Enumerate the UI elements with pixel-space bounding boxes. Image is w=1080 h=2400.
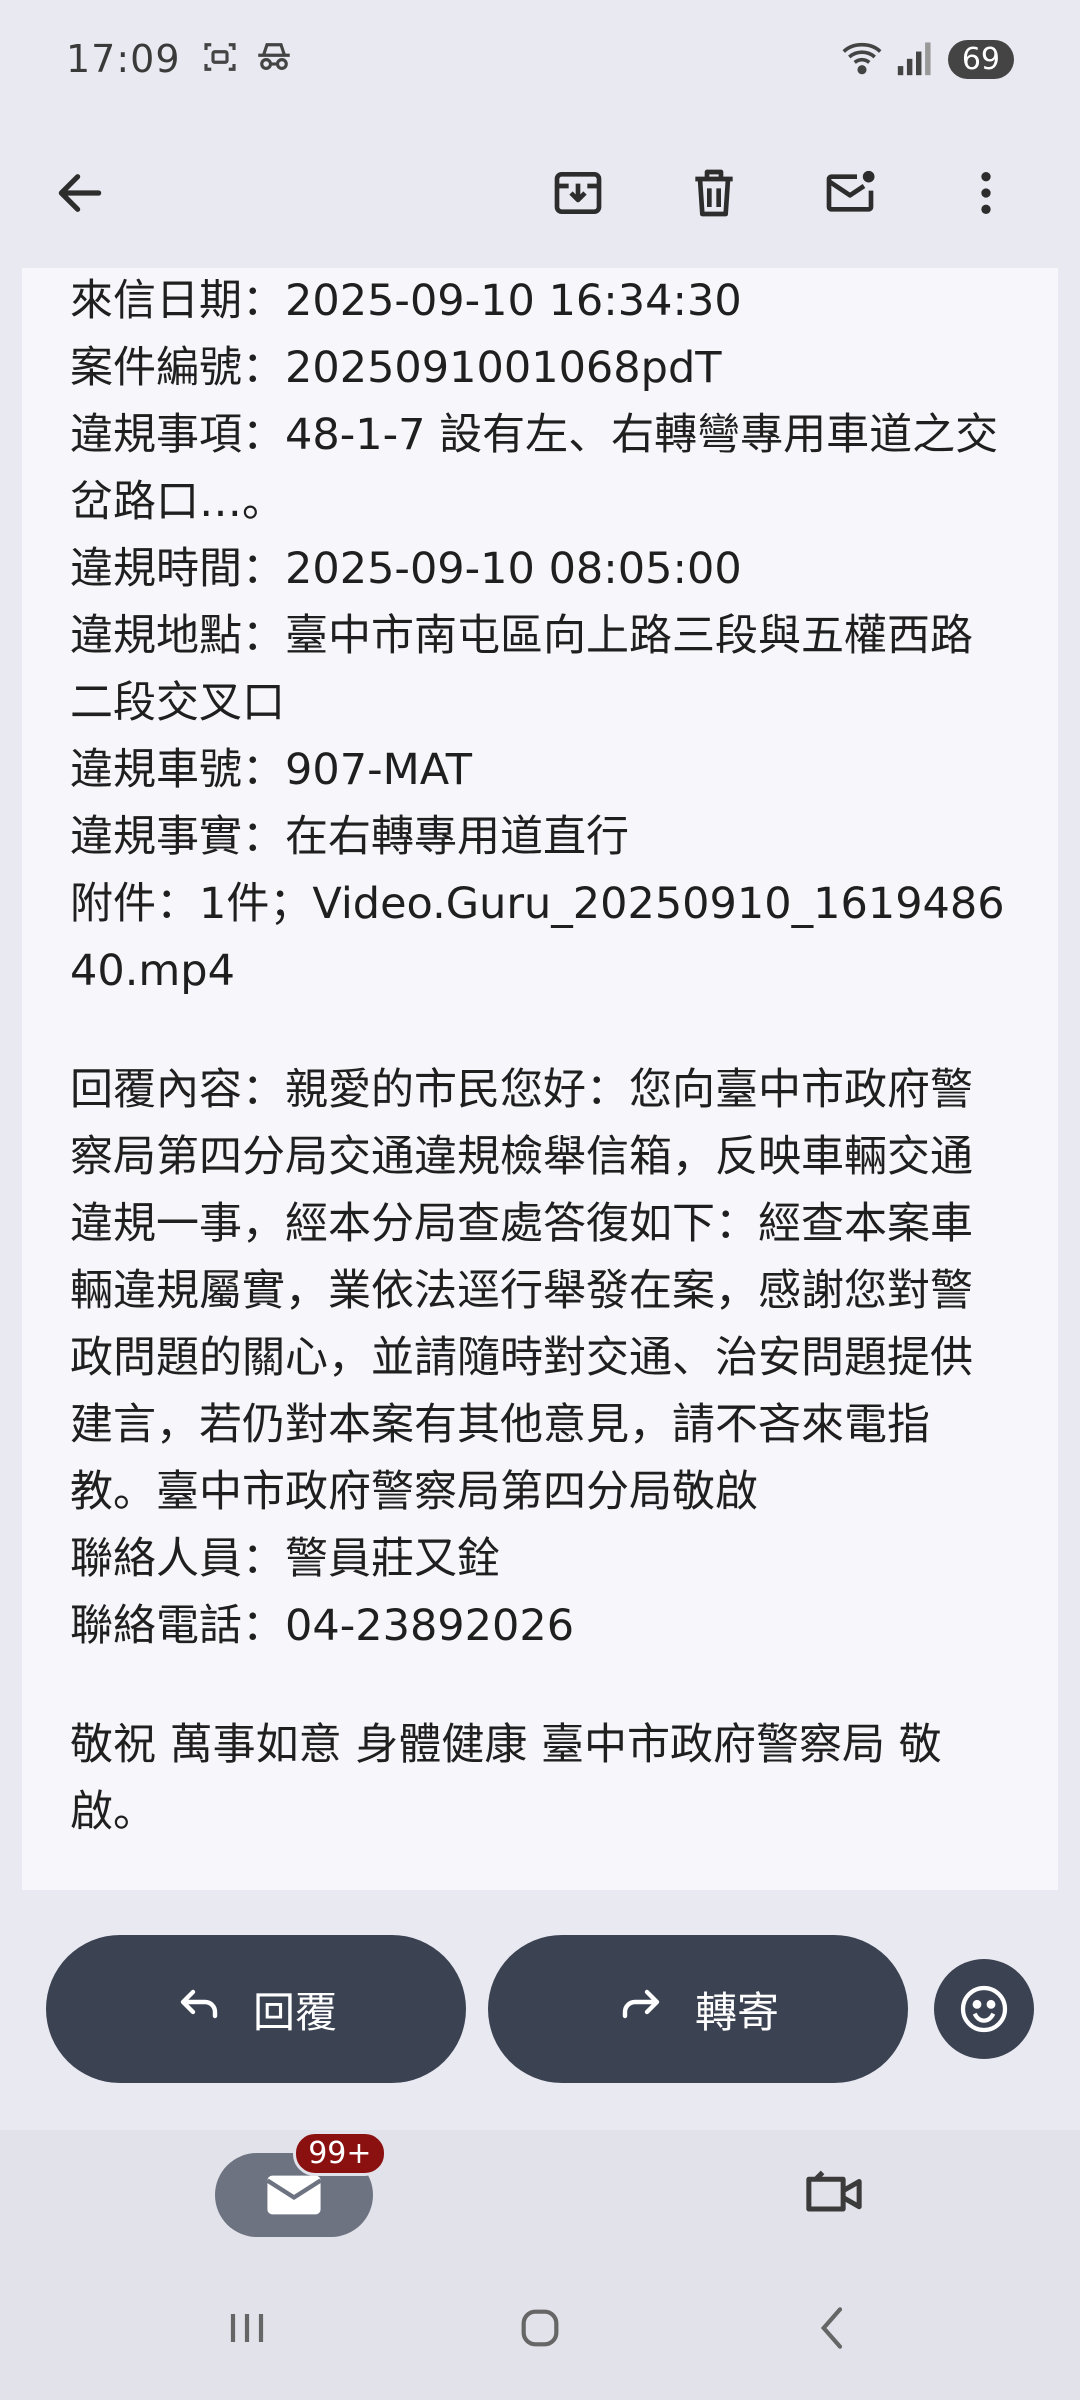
message-toolbar [0,118,1080,268]
closing: 敬祝 萬事如意 身體健康 臺中市政府警察局 敬啟。 [70,1720,942,1837]
violation-time: 違規時間：2025-09-10 08:05:00 [70,544,742,594]
violation-fact: 違規事實：在右轉專用道直行 [70,812,629,862]
emoji-reaction-button[interactable] [934,1959,1034,2059]
violation-item: 違規事項：48-1-7 設有左、右轉彎專用車道之交岔路口…。 [70,410,999,527]
nav-meet-tab[interactable] [802,2169,866,2221]
violation-location: 違規地點：臺中市南屯區向上路三段與五權西路二段交叉口 [70,611,973,728]
status-bar: 17:09 69 [0,0,1080,118]
message-body: 來信日期：2025-09-10 16:34:30 案件編號：2025091001… [22,268,1058,1890]
more-icon[interactable] [946,153,1026,233]
screenshot-icon [199,36,241,82]
message-actions: 回覆 轉寄 [0,1934,1080,2084]
recent-apps-icon[interactable] [219,2300,275,2360]
reply-icon [175,1980,223,2038]
archive-icon[interactable] [538,153,618,233]
forward-icon [617,1980,665,2038]
reply-content: 回覆內容：親愛的市民您好：您向臺中市政府警察局第四分局交通違規檢舉信箱，反映車輛… [70,1065,973,1517]
mail-icon [265,2175,322,2215]
mark-unread-icon[interactable] [810,153,890,233]
forward-label: 轉寄 [694,1987,779,2037]
reply-button[interactable]: 回覆 [46,1935,466,2083]
video-camera-icon [805,2170,862,2212]
incognito-icon [253,36,295,82]
home-icon[interactable] [512,2300,568,2360]
reply-label: 回覆 [252,1987,337,2037]
wifi-icon [840,37,884,81]
case-number: 案件編號：2025091001068pdT [70,343,722,393]
back-arrow-icon[interactable] [40,153,120,233]
contact-phone[interactable]: 聯絡電話：04-23892026 [70,1593,1010,1660]
back-icon[interactable] [805,2300,861,2360]
bottom-navigation: 99+ [0,2130,1080,2260]
system-navigation [0,2260,1080,2400]
received-date: 來信日期：2025-09-10 16:34:30 [70,276,742,326]
signal-icon [894,37,938,81]
violation-plate: 違規車號：907-MAT [70,745,473,795]
forward-button[interactable]: 轉寄 [488,1935,908,2083]
smiley-icon [960,1985,1008,2033]
attachment[interactable]: 附件：1件；Video.Guru_20250910_161948640.mp4 [70,871,1010,1005]
unread-badge: 99+ [293,2131,387,2176]
delete-icon[interactable] [674,153,754,233]
contact-person: 聯絡人員：警員莊又銓 [70,1534,500,1584]
nav-mail-tab[interactable]: 99+ [214,2131,387,2237]
battery-indicator: 69 [947,39,1014,79]
status-time: 17:09 [66,37,181,81]
